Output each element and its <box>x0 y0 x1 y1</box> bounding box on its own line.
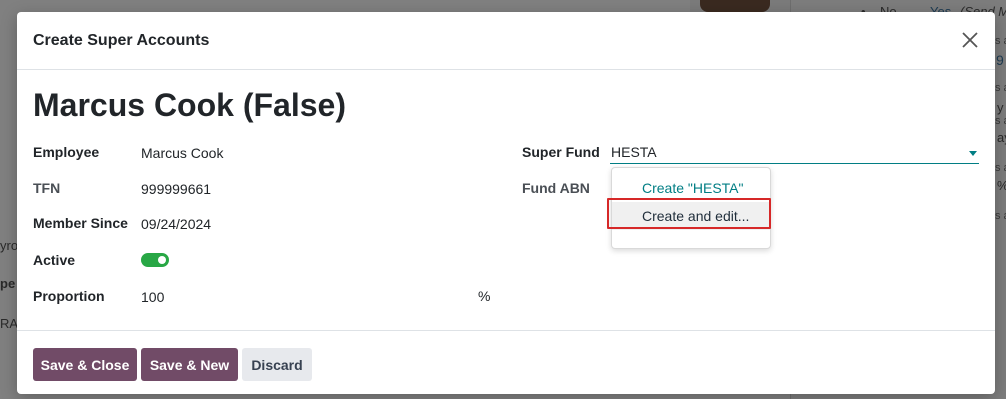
super-fund-value: HESTA <box>611 144 657 160</box>
background-text-9: 9 <box>996 52 1004 68</box>
proportion-label: Proportion <box>33 288 105 304</box>
create-hesta-option[interactable]: Create "HESTA" <box>612 174 770 202</box>
dialog-footer: Save & Close Save & New Discard <box>17 330 995 394</box>
save-new-button[interactable]: Save & New <box>141 348 238 381</box>
record-name: Marcus Cook (False) <box>33 87 346 123</box>
tfn-field[interactable]: 999999661 <box>141 181 211 197</box>
active-label: Active <box>33 252 76 268</box>
discard-button[interactable]: Discard <box>242 348 312 381</box>
background-text-y: y <box>997 100 1004 115</box>
super-fund-label: Super Fund <box>522 144 600 160</box>
create-super-accounts-dialog: Create Super Accounts Marcus Cook (False… <box>17 12 995 394</box>
background-avatar <box>700 0 770 12</box>
background-text-a5: s a <box>995 210 1006 222</box>
active-toggle[interactable] <box>141 253 169 267</box>
super-fund-dropdown: Create "HESTA" Create and edit... <box>611 167 771 249</box>
proportion-unit: % <box>478 288 491 304</box>
create-and-edit-option[interactable]: Create and edit... <box>612 202 770 230</box>
background-text-pct: % <box>997 178 1006 193</box>
background-text-ay: ay <box>997 130 1006 145</box>
employee-label: Employee <box>33 144 100 160</box>
member-since-field[interactable]: 09/24/2024 <box>141 216 211 232</box>
fund-abn-label: Fund ABN <box>522 180 590 196</box>
background-text-pe: pe <box>0 276 16 291</box>
toggle-knob <box>158 256 166 264</box>
save-close-button[interactable]: Save & Close <box>33 348 137 381</box>
close-icon <box>962 32 978 48</box>
background-text-a4: s a <box>995 162 1006 174</box>
background-text-a1: s a <box>995 35 1006 47</box>
member-since-label: Member Since <box>33 215 128 231</box>
close-button[interactable] <box>961 31 979 49</box>
dialog-title: Create Super Accounts <box>33 31 210 49</box>
caret-down-icon[interactable] <box>969 151 977 156</box>
proportion-field[interactable]: 100 <box>141 289 164 305</box>
background-text-a3: s a <box>995 115 1006 127</box>
background-text-yro: yro <box>0 238 19 253</box>
background-text-ra: RA <box>0 316 19 331</box>
dialog-header: Create Super Accounts <box>17 12 995 70</box>
employee-field[interactable]: Marcus Cook <box>141 145 223 161</box>
tfn-label: TFN <box>33 180 61 196</box>
super-fund-input[interactable]: HESTA <box>610 142 979 164</box>
background-text-a2: s a <box>995 82 1006 94</box>
